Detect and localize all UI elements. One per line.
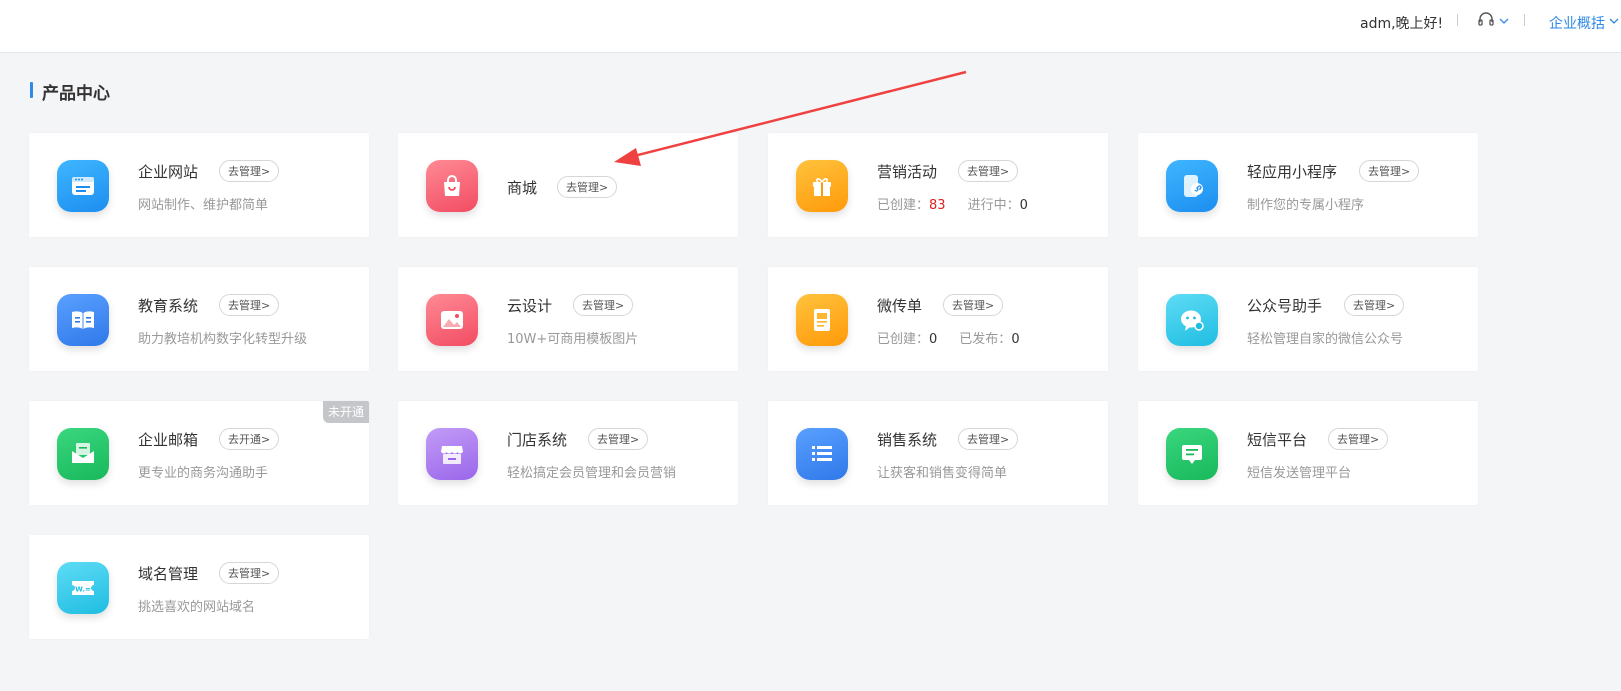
stat-value: 0 — [929, 332, 938, 347]
domain-icon: W.= — [57, 562, 109, 614]
store-icon — [426, 428, 478, 480]
product-card-domain[interactable]: W.= 域名管理 去管理> 挑选喜欢的网站域名 — [29, 535, 369, 639]
overview-menu[interactable]: 企业概括 — [1549, 13, 1605, 33]
card-description: 轻松管理自家的微信公众号 — [1247, 332, 1404, 347]
card-title: 企业网站 — [138, 163, 199, 181]
status-badge: 未开通 — [322, 401, 369, 423]
manage-button[interactable]: 去管理> — [588, 428, 649, 450]
card-description: 10W+可商用模板图片 — [507, 332, 639, 347]
stat-value: 83 — [929, 198, 946, 213]
manage-button[interactable]: 去管理> — [557, 176, 618, 198]
image-icon — [426, 294, 478, 346]
card-description: 短信发送管理平台 — [1247, 466, 1352, 481]
product-card-sms[interactable]: 短信平台 去管理> 短信发送管理平台 — [1138, 401, 1478, 505]
card-title: 轻应用小程序 — [1247, 163, 1338, 181]
greeting-text: adm,晚上好! — [1360, 16, 1444, 32]
mail-icon — [57, 428, 109, 480]
card-description: 挑选喜欢的网站域名 — [138, 600, 256, 615]
top-bar: adm,晚上好! 企业概括 — [0, 0, 1621, 53]
card-title: 教育系统 — [138, 297, 199, 315]
manage-button[interactable]: 去管理> — [1328, 428, 1389, 450]
stat-label: 已创建： — [877, 332, 930, 347]
list-icon — [796, 428, 848, 480]
chevron-down-icon[interactable] — [1499, 16, 1509, 26]
card-title: 营销活动 — [877, 163, 938, 181]
activate-button[interactable]: 去开通> — [219, 428, 280, 450]
manage-button[interactable]: 去管理> — [1344, 294, 1405, 316]
stat-label: 已发布： — [959, 332, 1012, 347]
card-title: 短信平台 — [1247, 431, 1308, 449]
card-title: 域名管理 — [138, 565, 199, 583]
stat-value: 0 — [1011, 332, 1020, 347]
product-card-sales[interactable]: 销售系统 去管理> 让获客和销售变得简单 — [768, 401, 1108, 505]
card-stats: 已创建：0 已发布：0 — [877, 328, 1020, 347]
manage-button[interactable]: 去管理> — [219, 160, 280, 182]
divider — [1457, 14, 1458, 26]
manage-button[interactable]: 去管理> — [943, 294, 1004, 316]
sms-icon — [1166, 428, 1218, 480]
card-description: 更专业的商务沟通助手 — [138, 466, 269, 481]
chevron-down-icon[interactable] — [1609, 16, 1619, 26]
stat-label: 已创建： — [877, 198, 930, 213]
wechat-icon — [1166, 294, 1218, 346]
manage-button[interactable]: 去管理> — [958, 428, 1019, 450]
card-title: 企业邮箱 — [138, 431, 199, 449]
browser-window-icon — [57, 160, 109, 212]
manage-button[interactable]: 去管理> — [1359, 160, 1420, 182]
manage-button[interactable]: 去管理> — [573, 294, 634, 316]
card-description: 网站制作、维护都简单 — [138, 198, 269, 213]
card-title: 商城 — [507, 179, 538, 197]
product-card-store[interactable]: 门店系统 去管理> 轻松搞定会员管理和会员营销 — [398, 401, 738, 505]
manage-button[interactable]: 去管理> — [219, 294, 280, 316]
stat-value: 0 — [1019, 198, 1028, 213]
product-card-marketing[interactable]: 营销活动 去管理> 已创建：83 进行中：0 — [768, 133, 1108, 237]
product-card-cloud-design[interactable]: 云设计 去管理> 10W+可商用模板图片 — [398, 267, 738, 371]
card-description: 让获客和销售变得简单 — [877, 466, 1008, 481]
product-card-education[interactable]: 教育系统 去管理> 助力教培机构数字化转型升级 — [29, 267, 369, 371]
card-title: 公众号助手 — [1247, 297, 1323, 315]
svg-text:W.=: W.= — [75, 586, 91, 594]
divider — [1524, 14, 1525, 26]
product-card-mini-program[interactable]: 轻应用小程序 去管理> 制作您的专属小程序 — [1138, 133, 1478, 237]
stat-label: 进行中： — [967, 198, 1020, 213]
card-stats: 已创建：83 进行中：0 — [877, 194, 1028, 213]
flyer-icon — [796, 294, 848, 346]
product-card-website[interactable]: 企业网站 去管理> 网站制作、维护都简单 — [29, 133, 369, 237]
section-title: 产品中心 — [42, 84, 110, 104]
mini-program-icon — [1166, 160, 1218, 212]
card-description: 制作您的专属小程序 — [1247, 198, 1365, 213]
card-title: 云设计 — [507, 297, 553, 315]
manage-button[interactable]: 去管理> — [219, 562, 280, 584]
card-description: 助力教培机构数字化转型升级 — [138, 332, 308, 347]
card-title: 销售系统 — [877, 431, 938, 449]
product-card-mall[interactable]: 商城 去管理> — [398, 133, 738, 237]
shopping-bag-icon — [426, 160, 478, 212]
card-description: 轻松搞定会员管理和会员营销 — [507, 466, 677, 481]
product-card-official-account[interactable]: 公众号助手 去管理> 轻松管理自家的微信公众号 — [1138, 267, 1478, 371]
headset-icon[interactable] — [1476, 10, 1496, 30]
product-card-enterprise-mail[interactable]: 未开通 企业邮箱 去开通> 更专业的商务沟通助手 — [29, 401, 369, 505]
product-card-flyer[interactable]: 微传单 去管理> 已创建：0 已发布：0 — [768, 267, 1108, 371]
card-title: 微传单 — [877, 297, 923, 315]
book-icon — [57, 294, 109, 346]
manage-button[interactable]: 去管理> — [958, 160, 1019, 182]
gift-icon — [796, 160, 848, 212]
section-accent-bar — [30, 82, 33, 98]
card-title: 门店系统 — [507, 431, 568, 449]
